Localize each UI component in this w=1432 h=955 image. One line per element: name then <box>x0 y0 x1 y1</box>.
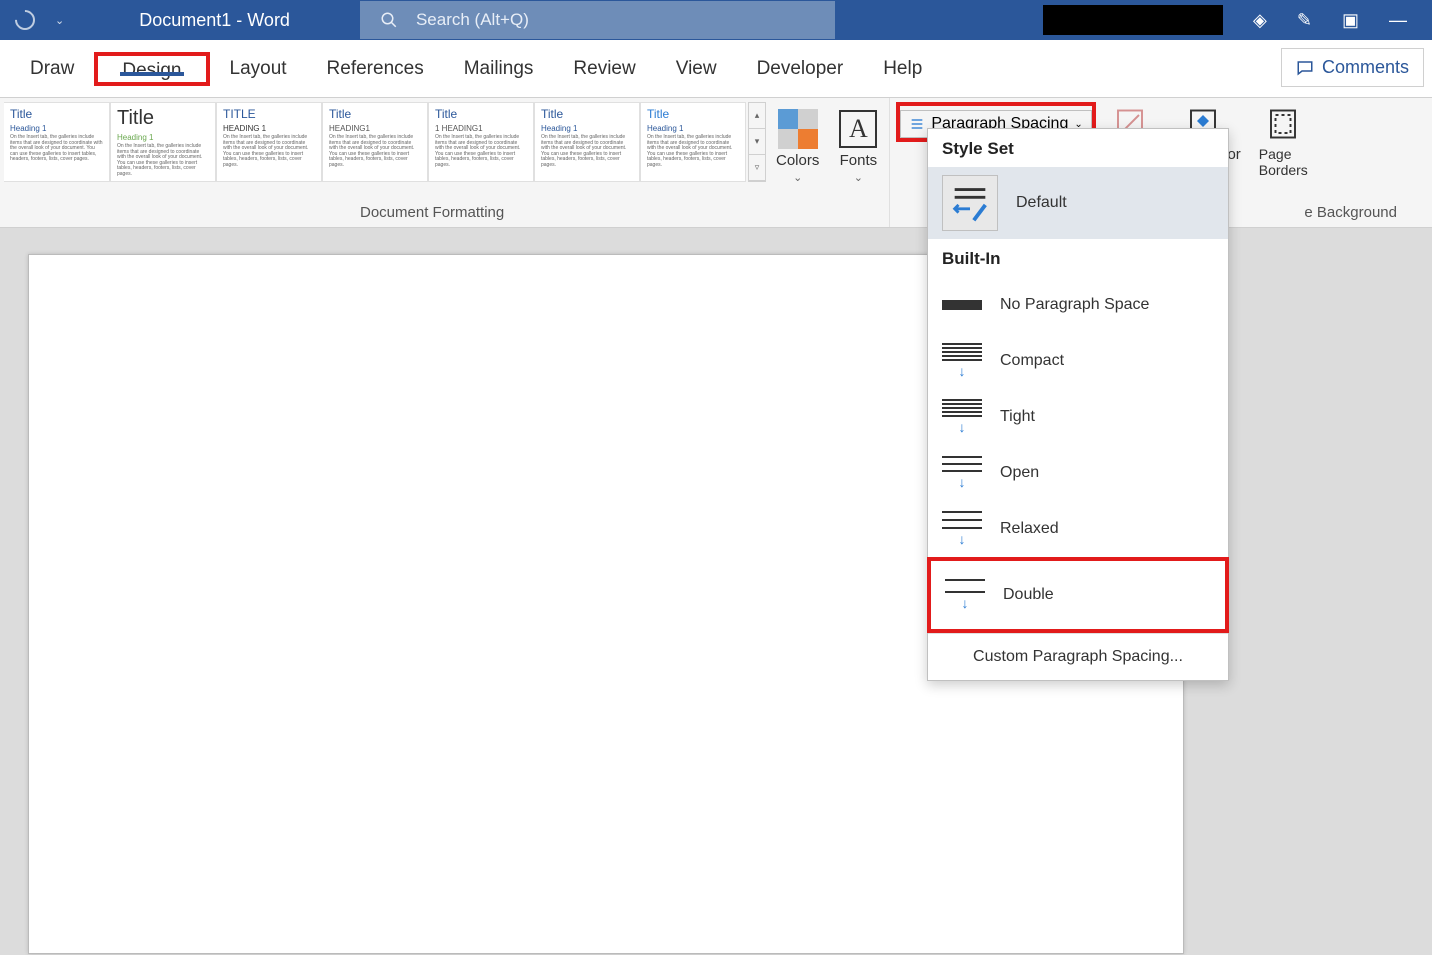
dd-default-label: Default <box>1016 194 1067 212</box>
paragraph-spacing-icon <box>909 116 925 132</box>
page-borders-label: PageBorders <box>1259 146 1308 178</box>
page-borders-icon <box>1265 106 1301 142</box>
gallery-scroll-down[interactable]: ▾ <box>749 129 765 155</box>
comments-label: Comments <box>1322 57 1409 78</box>
dd-item-relaxed[interactable]: ↓ Relaxed <box>928 501 1228 557</box>
fonts-button[interactable]: A Fonts ⌄ <box>837 108 879 184</box>
minimize-icon[interactable]: — <box>1389 10 1407 31</box>
dd-item-label: No Paragraph Space <box>1000 296 1149 314</box>
dd-item-compact[interactable]: ↓ Compact <box>928 333 1228 389</box>
comments-button[interactable]: Comments <box>1281 48 1424 87</box>
autosave-icon[interactable] <box>11 6 39 34</box>
colors-label: Colors <box>776 152 819 169</box>
tab-view[interactable]: View <box>656 40 737 97</box>
qat-chevron-icon[interactable]: ⌄ <box>55 14 64 27</box>
search-placeholder: Search (Alt+Q) <box>416 10 529 30</box>
dd-header-style-set: Style Set <box>928 129 1228 167</box>
fonts-label: Fonts <box>840 152 878 169</box>
ribbon-tabs: Draw Design Layout References Mailings R… <box>0 40 1432 98</box>
dd-item-double[interactable]: ↓ Double <box>927 557 1229 633</box>
style-thumb-0[interactable]: TitleHeading 1On the Insert tab, the gal… <box>4 102 110 182</box>
style-thumb-1[interactable]: TitleHeading 1On the Insert tab, the gal… <box>110 102 216 182</box>
spacing-icon-2: ↓ <box>942 397 982 437</box>
tab-help[interactable]: Help <box>863 40 942 97</box>
dd-item-default[interactable]: Default <box>928 167 1228 239</box>
dd-header-builtin: Built-In <box>928 239 1228 277</box>
style-thumb-2[interactable]: TITLEHEADING 1On the Insert tab, the gal… <box>216 102 322 182</box>
tab-design[interactable]: Design <box>102 60 201 82</box>
spacing-icon-0 <box>942 285 982 325</box>
gallery-scroll-up[interactable]: ▴ <box>749 103 765 129</box>
style-thumb-3[interactable]: TitleHEADING1On the Insert tab, the gall… <box>322 102 428 182</box>
spacing-icon-5: ↓ <box>945 575 985 615</box>
tab-layout[interactable]: Layout <box>210 40 307 97</box>
gallery-scrollbar[interactable]: ▴ ▾ ▿ <box>748 102 766 182</box>
comment-icon <box>1296 59 1314 77</box>
dd-item-label: Compact <box>1000 352 1064 370</box>
dd-item-open[interactable]: ↓ Open <box>928 445 1228 501</box>
tab-developer[interactable]: Developer <box>737 40 864 97</box>
section-label-page-bg: e Background <box>1304 204 1397 221</box>
highlight-design-tab: Design <box>94 52 209 86</box>
spacing-icon-1: ↓ <box>942 341 982 381</box>
style-thumb-6[interactable]: TitleHeading 1On the Insert tab, the gal… <box>640 102 746 182</box>
dd-item-label: Tight <box>1000 408 1035 426</box>
chevron-down-icon: ⌄ <box>793 171 802 184</box>
dd-custom-paragraph-spacing[interactable]: Custom Paragraph Spacing... <box>928 633 1228 680</box>
gallery-expand[interactable]: ▿ <box>749 155 765 181</box>
chevron-down-icon: ⌄ <box>854 171 863 184</box>
dd-item-tight[interactable]: ↓ Tight <box>928 389 1228 445</box>
colors-icon <box>778 109 818 149</box>
section-label-doc-formatting: Document Formatting <box>360 204 504 221</box>
search-icon <box>380 11 398 29</box>
dd-custom-label: Custom Paragraph Spacing... <box>973 648 1183 665</box>
page-borders-button[interactable]: PageBorders <box>1259 106 1308 227</box>
tab-draw[interactable]: Draw <box>10 40 94 97</box>
fonts-icon: A <box>839 110 877 148</box>
default-spacing-icon <box>942 175 998 231</box>
dd-item-label: Open <box>1000 464 1039 482</box>
tab-review[interactable]: Review <box>553 40 655 97</box>
dd-item-label: Relaxed <box>1000 520 1059 538</box>
user-account-area[interactable] <box>1043 5 1223 35</box>
dd-item-no-paragraph-space[interactable]: No Paragraph Space <box>928 277 1228 333</box>
style-gallery[interactable]: TitleHeading 1On the Insert tab, the gal… <box>0 98 746 186</box>
title-bar: ⌄ Document1 - Word Search (Alt+Q) ◈ ✎ ▣ … <box>0 0 1432 40</box>
pen-icon[interactable]: ✎ <box>1297 10 1312 31</box>
style-thumb-5[interactable]: TitleHeading 1On the Insert tab, the gal… <box>534 102 640 182</box>
tab-references[interactable]: References <box>307 40 444 97</box>
colors-button[interactable]: Colors ⌄ <box>776 108 819 184</box>
style-thumb-4[interactable]: Title1 HEADING1On the Insert tab, the ga… <box>428 102 534 182</box>
paragraph-spacing-dropdown: Style Set Default Built-In No Paragraph … <box>927 128 1229 681</box>
spacing-icon-4: ↓ <box>942 509 982 549</box>
document-title: Document1 - Word <box>139 10 290 31</box>
diamond-icon[interactable]: ◈ <box>1253 10 1267 31</box>
window-icon[interactable]: ▣ <box>1342 10 1359 31</box>
dd-item-label: Double <box>1003 586 1054 604</box>
search-box[interactable]: Search (Alt+Q) <box>360 1 835 39</box>
spacing-icon-3: ↓ <box>942 453 982 493</box>
tab-mailings[interactable]: Mailings <box>444 40 554 97</box>
